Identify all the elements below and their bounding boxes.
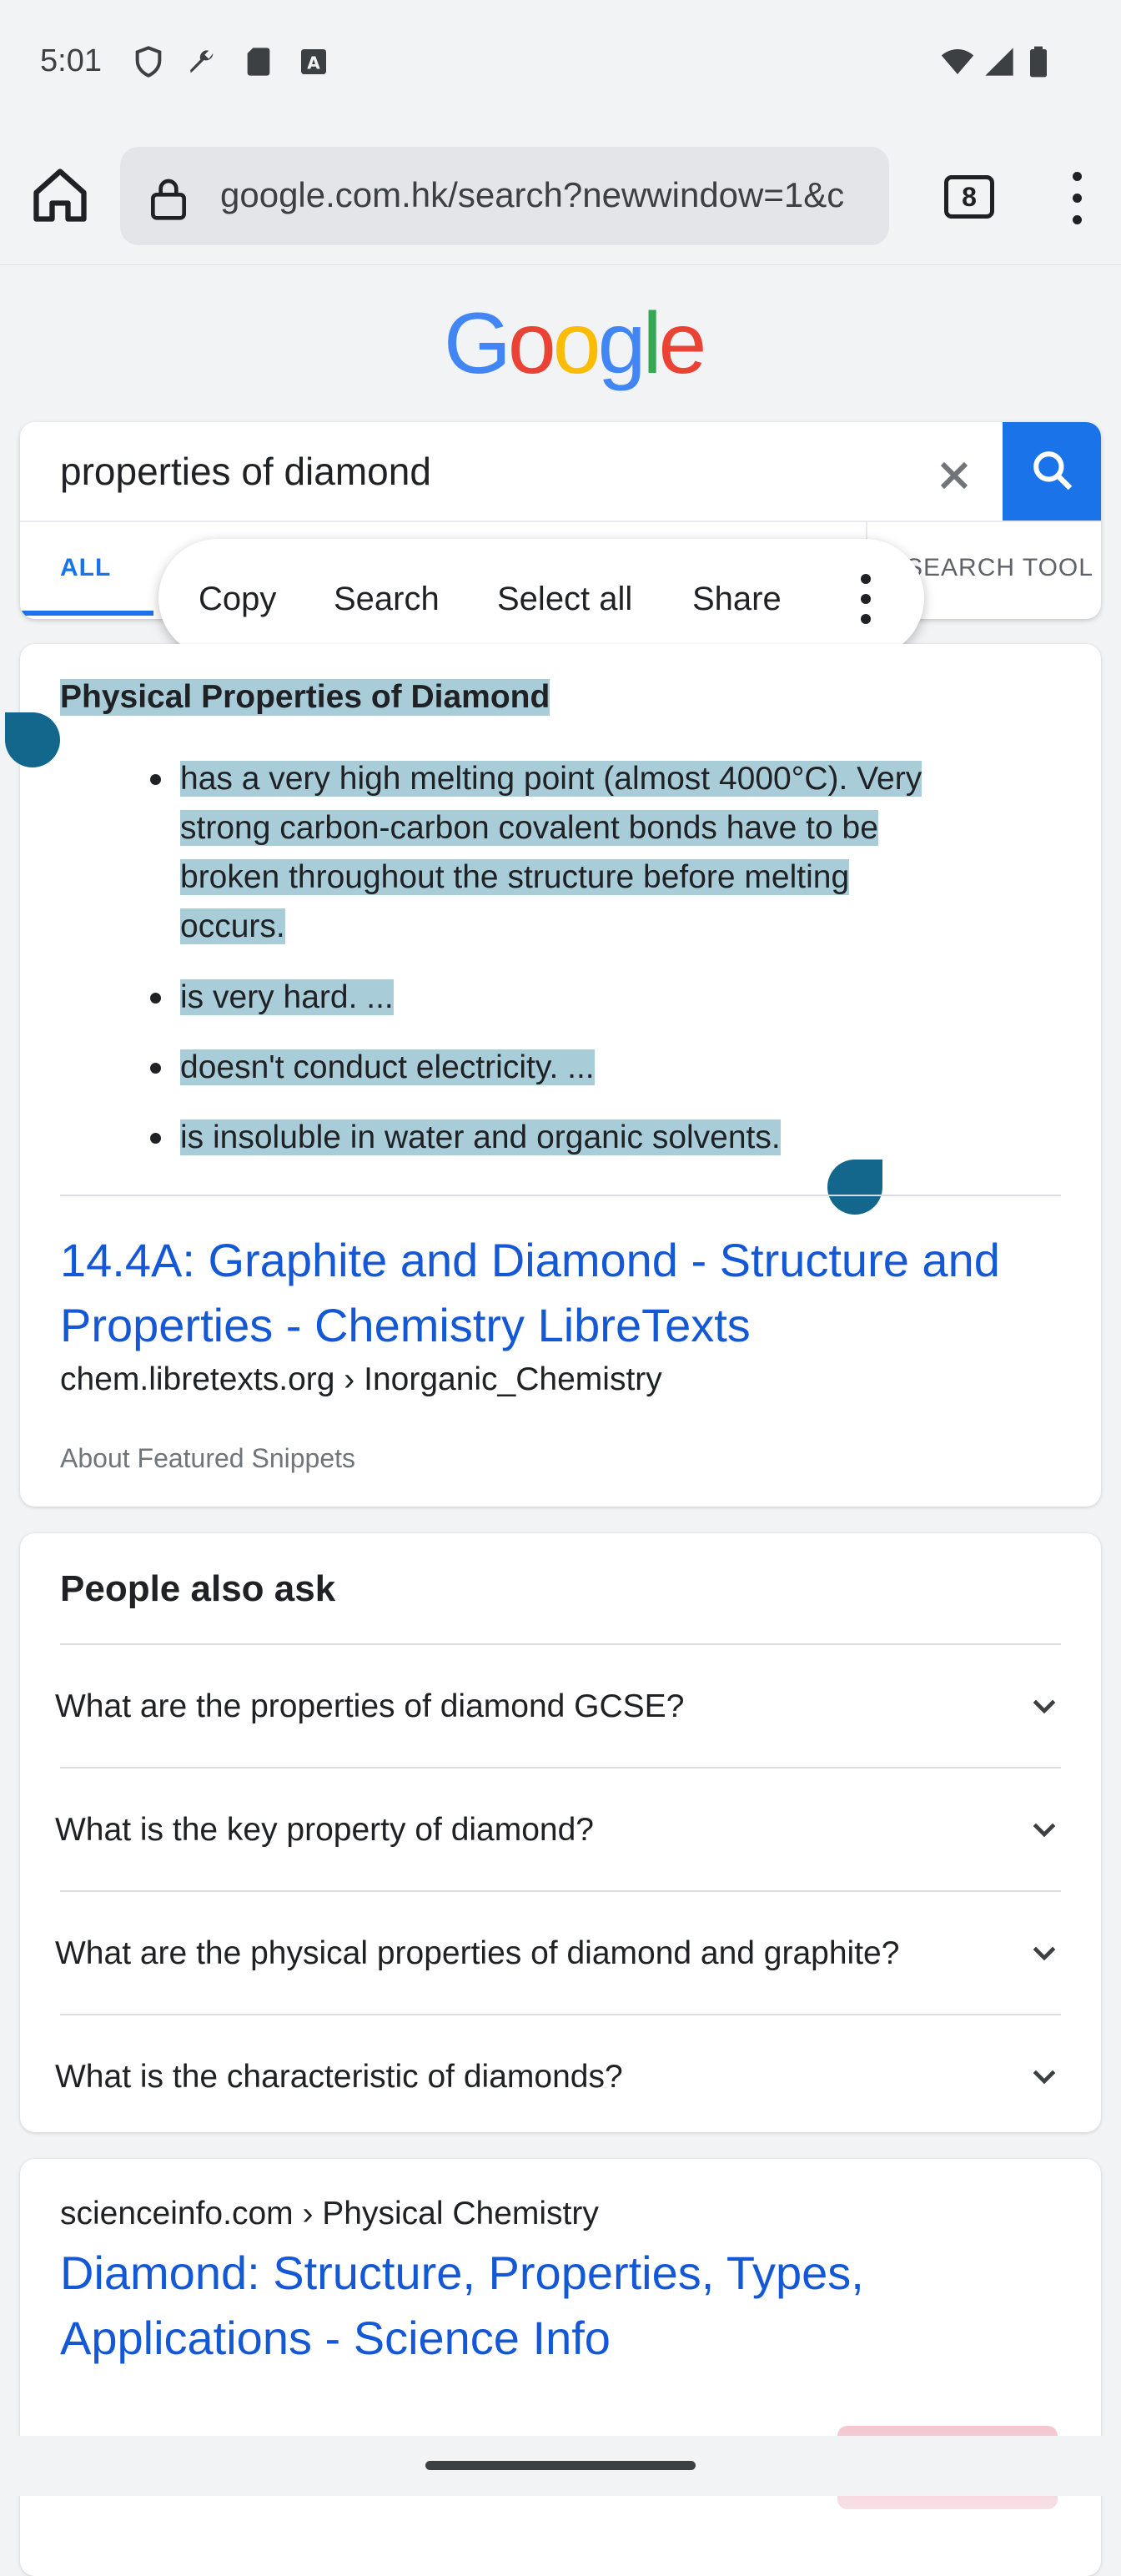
snippet-bullet-2: is very hard. ... — [180, 979, 394, 1015]
search-button[interactable] — [1003, 422, 1101, 521]
url-text[interactable]: google.com.hk/search?newwindow=1&c — [220, 175, 844, 215]
sd-card-icon — [247, 48, 270, 76]
shield-icon — [135, 46, 162, 78]
about-featured-snippets-link[interactable]: About Featured Snippets — [60, 1443, 355, 1474]
bullet-dot — [150, 993, 161, 1004]
chevron-down-icon[interactable] — [1028, 2060, 1061, 2094]
tab-all-indicator — [20, 611, 153, 616]
search-icon — [1033, 451, 1073, 491]
tab-switcher-button[interactable]: 8 — [944, 175, 994, 219]
browser-toolbar: google.com.hk/search?newwindow=1&c 8 — [0, 125, 1121, 265]
address-bar[interactable]: google.com.hk/search?newwindow=1&c — [120, 147, 889, 245]
tab-all[interactable]: ALL — [60, 554, 111, 582]
result-title-link[interactable]: Diamond: Structure, Properties, Types, A… — [60, 2241, 1044, 2371]
search-result-card: scienceinfo.com › Physical Chemistry Dia… — [20, 2159, 1101, 2576]
featured-snippet-card: Physical Properties of Diamond has a ver… — [5, 644, 1101, 1507]
url-fade — [839, 147, 889, 245]
search-selection-button[interactable]: Search — [334, 581, 440, 618]
question-divider — [60, 1767, 1061, 1768]
more-options-icon[interactable] — [856, 574, 876, 624]
question-item[interactable]: What is the key property of diamond? — [55, 1812, 594, 1849]
copy-button[interactable]: Copy — [199, 581, 276, 618]
result-cite[interactable]: chem.libretexts.org › Inorganic_Chemistr… — [60, 1361, 662, 1398]
status-time: 5:01 — [40, 43, 102, 78]
chevron-down-icon[interactable] — [1028, 1814, 1061, 1847]
question-divider — [60, 1890, 1061, 1892]
signal-icon — [985, 48, 1013, 76]
clear-icon[interactable] — [934, 455, 974, 496]
snippet-bullet-4: is insoluble in water and organic solven… — [180, 1119, 781, 1155]
snippet-bullet-3: doesn't conduct electricity. ... — [180, 1049, 595, 1085]
selection-start-handle[interactable] — [5, 712, 60, 767]
bullet-dot — [150, 1063, 161, 1074]
lock-icon[interactable] — [145, 174, 192, 224]
text-selection-menu: Copy Search Select all Share — [158, 539, 924, 657]
select-all-button[interactable]: Select all — [497, 581, 632, 618]
tab-search-tools[interactable]: SEARCH TOOL — [906, 554, 1093, 582]
chevron-down-icon[interactable] — [1028, 1937, 1061, 1970]
font-download-icon: A — [301, 49, 326, 74]
bullet-dot — [150, 774, 161, 785]
result-title-link[interactable]: 14.4A: Graphite and Diamond - Structure … — [60, 1228, 1078, 1358]
status-bar: 5:01 A — [0, 0, 1121, 125]
snippet-bullet-1: has a very high melting point (almost 40… — [180, 761, 922, 944]
search-divider — [20, 521, 1101, 522]
google-logo[interactable]: Google — [444, 300, 706, 394]
question-divider — [60, 2014, 1061, 2015]
people-also-ask-card: People also ask What are the properties … — [20, 1533, 1101, 2132]
question-divider — [60, 1643, 1061, 1645]
battery-icon — [1030, 46, 1047, 78]
selection-end-handle[interactable] — [827, 1160, 882, 1215]
search-input[interactable]: properties of diamond — [60, 449, 431, 494]
chevron-down-icon[interactable] — [1028, 1690, 1061, 1723]
question-item[interactable]: What are the physical properties of diam… — [55, 1935, 899, 1972]
share-button[interactable]: Share — [692, 581, 782, 618]
people-also-ask-title: People also ask — [60, 1568, 336, 1609]
question-item[interactable]: What is the characteristic of diamonds? — [55, 2059, 623, 2096]
wifi-icon — [941, 49, 974, 74]
question-item[interactable]: What are the properties of diamond GCSE? — [55, 1688, 684, 1725]
home-gesture-handle[interactable] — [425, 2461, 696, 2470]
svg-text:A: A — [307, 53, 320, 73]
home-icon[interactable] — [28, 164, 92, 227]
wrench-icon — [190, 50, 214, 73]
browser-menu-icon[interactable] — [1061, 172, 1094, 225]
bullet-dot — [150, 1133, 161, 1144]
snippet-heading: Physical Properties of Diamond — [60, 679, 550, 716]
system-nav-bar — [0, 2436, 1121, 2496]
snippet-divider — [60, 1195, 1061, 1196]
result-cite[interactable]: scienceinfo.com › Physical Chemistry — [60, 2196, 599, 2232]
